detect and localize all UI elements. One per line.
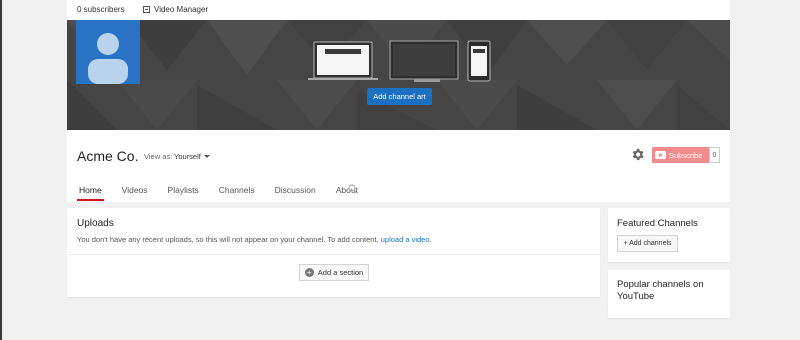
add-channels-button[interactable]: + Add channels: [617, 235, 678, 252]
uploads-section: Uploads You don't have any recent upload…: [67, 208, 600, 297]
featured-channels-title: Featured Channels: [617, 218, 698, 229]
video-manager-label: Video Manager: [154, 5, 209, 14]
tab-home[interactable]: Home: [77, 182, 104, 201]
uploads-message-end: .: [429, 235, 432, 244]
tab-playlists[interactable]: Playlists: [166, 182, 201, 201]
top-strip: 0 subscribers Video Manager: [67, 0, 730, 20]
upload-video-link[interactable]: upload a video: [381, 235, 430, 244]
default-avatar-icon: [88, 33, 128, 84]
subscribe-button[interactable]: Subscribe: [652, 147, 709, 163]
gear-icon[interactable]: [630, 147, 645, 162]
view-as-label: View as:: [144, 152, 173, 161]
subscriber-count-badge: 0: [709, 147, 720, 163]
featured-channels-card: Featured Channels + Add channels: [608, 208, 730, 262]
popular-channels-card: Popular channels on YouTube: [608, 270, 730, 318]
add-channel-art-button[interactable]: Add channel art: [367, 88, 432, 105]
plus-circle-icon: +: [304, 268, 314, 277]
tab-discussion[interactable]: Discussion: [273, 182, 318, 201]
chevron-down-icon: [203, 155, 210, 158]
channel-avatar[interactable]: [76, 20, 140, 84]
tab-videos[interactable]: Videos: [120, 182, 150, 201]
channel-name: Acme Co.: [77, 148, 139, 164]
uploads-message: You don't have any recent uploads, so th…: [77, 235, 432, 244]
search-icon[interactable]: [348, 184, 358, 194]
channel-tabs: Home Videos Playlists Channels Discussio…: [77, 182, 360, 201]
devices-illustration-icon: [308, 40, 491, 82]
add-section-label: Add a section: [317, 268, 364, 277]
popular-channels-title: Popular channels on YouTube: [617, 279, 704, 302]
youtube-logo-icon: [655, 151, 666, 159]
uploads-title: Uploads: [77, 218, 114, 229]
channel-header: Acme Co. View as: Yourself Subscribe 0 H…: [67, 130, 730, 202]
add-section-button[interactable]: + Add a section: [299, 264, 369, 281]
channel-banner: Add channel art: [67, 20, 730, 130]
view-as-dropdown[interactable]: Yourself: [174, 152, 210, 161]
divider: [67, 254, 600, 255]
view-as-value: Yourself: [174, 152, 201, 161]
window-edge: [0, 0, 2, 340]
tab-channels[interactable]: Channels: [217, 182, 257, 201]
video-manager-icon: [143, 6, 150, 13]
uploads-message-text: You don't have any recent uploads, so th…: [77, 235, 381, 244]
subscribe-label: Subscribe: [669, 150, 703, 160]
video-manager-link[interactable]: Video Manager: [143, 5, 208, 14]
subscriber-count-text: 0 subscribers: [77, 5, 125, 14]
